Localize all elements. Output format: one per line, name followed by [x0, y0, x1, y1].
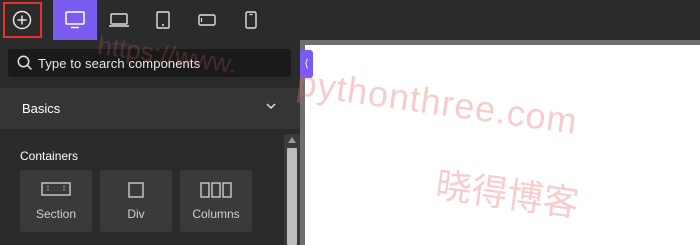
tablet-icon	[156, 11, 170, 29]
containers-group-title: Containers	[20, 149, 79, 163]
mobile-landscape-icon	[198, 14, 216, 26]
panel-scrollbar[interactable]	[284, 134, 300, 245]
scrollbar-thumb[interactable]	[287, 148, 297, 245]
add-component-button[interactable]	[0, 0, 44, 40]
device-mobile-landscape-button[interactable]	[185, 0, 229, 40]
device-desktop-button[interactable]	[53, 0, 97, 40]
chevron-down-icon	[266, 103, 276, 110]
laptop-icon	[109, 13, 129, 27]
page-builder: Type to search components Basics Contain…	[0, 0, 700, 245]
section-icon	[41, 182, 71, 196]
div-icon	[128, 182, 144, 198]
block-columns[interactable]: Columns	[180, 170, 252, 232]
device-tablet-button[interactable]	[141, 0, 185, 40]
basics-category-header[interactable]: Basics	[0, 88, 300, 129]
block-label: Columns	[192, 207, 240, 221]
components-panel: Type to search components Basics Contain…	[0, 40, 300, 245]
block-label: Div	[127, 207, 145, 221]
highlight-box	[3, 2, 42, 38]
device-mobile-button[interactable]	[229, 0, 273, 40]
block-div[interactable]: Div	[100, 170, 172, 232]
columns-icon	[200, 182, 232, 198]
scroll-up-icon[interactable]	[288, 137, 296, 143]
monitor-icon	[65, 11, 85, 29]
category-title: Basics	[22, 101, 61, 116]
mobile-icon	[245, 11, 257, 29]
search-icon	[17, 55, 33, 71]
block-section[interactable]: Section	[20, 170, 92, 232]
block-label: Section	[35, 207, 77, 221]
